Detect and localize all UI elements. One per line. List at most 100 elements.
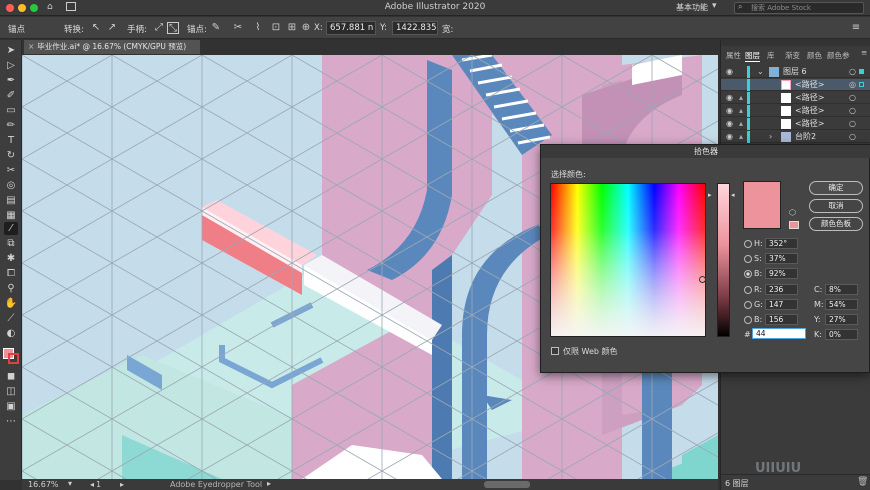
chevron-down-icon[interactable]: ▾ <box>712 1 717 11</box>
remove-anchor-icon[interactable]: ✎ <box>210 22 222 34</box>
visibility-eye-icon[interactable]: ◉ <box>726 105 733 117</box>
curvature-tool-icon[interactable]: ✐ <box>4 89 18 102</box>
path-name[interactable]: <路径> <box>795 79 824 91</box>
shape-builder-icon[interactable]: ◎ <box>4 179 18 192</box>
color-mode-icon[interactable]: ◼ <box>4 370 18 383</box>
convert-corner-icon[interactable]: ↖ <box>90 22 102 34</box>
blue-radio[interactable] <box>744 316 752 324</box>
zoom-tool-icon[interactable]: ⚲ <box>4 282 18 295</box>
delete-layer-icon[interactable]: 🗑 <box>857 477 868 487</box>
screen-mode-icon[interactable]: ▣ <box>4 400 18 413</box>
drawing-mode-icon[interactable]: ◫ <box>4 385 18 398</box>
color-field[interactable] <box>550 183 706 337</box>
target-icon[interactable]: ○ <box>849 131 856 143</box>
more-tools-icon[interactable]: ⋯ <box>4 415 18 428</box>
lock-icon[interactable]: ▴ <box>739 105 743 117</box>
blend-tool-icon[interactable]: ⧉ <box>4 237 18 250</box>
pen-tool-icon[interactable]: ✒ <box>4 74 18 87</box>
layer-row[interactable]: ◉ ▴ <路径> ○ <box>721 118 870 130</box>
b-radio[interactable] <box>744 270 752 278</box>
target-icon[interactable]: ○ <box>849 92 856 104</box>
zoom-level[interactable]: 16.67% <box>28 480 59 489</box>
tab-color[interactable]: 颜色 <box>807 50 822 61</box>
y-coordinate-field[interactable]: 1422.835 <box>392 21 438 35</box>
s-radio[interactable] <box>744 255 752 263</box>
slider-arrow-right-icon[interactable]: ◂ <box>731 191 735 199</box>
panel-menu-icon[interactable]: ≡ <box>850 22 862 34</box>
direct-selection-tool-icon[interactable]: ▷ <box>4 59 18 72</box>
lock-icon[interactable]: ▴ <box>739 92 743 104</box>
visibility-eye-icon[interactable]: ◉ <box>726 131 733 143</box>
handle-show-icon[interactable]: ⤢ <box>153 22 165 34</box>
slider-arrow-left-icon[interactable]: ▸ <box>708 191 712 199</box>
artboard-tool-icon[interactable]: ⧠ <box>4 267 18 280</box>
visibility-eye-icon[interactable]: ◉ <box>726 118 733 130</box>
color-swatches-button[interactable]: 颜色色板 <box>809 217 863 231</box>
g-radio[interactable] <box>744 301 752 309</box>
target-icon[interactable]: ◎ <box>849 79 856 91</box>
tab-layers[interactable]: 图层 <box>745 50 760 62</box>
stock-search-input[interactable]: 搜索 Adobe Stock <box>734 2 864 14</box>
visibility-eye-icon[interactable]: ◉ <box>726 92 733 104</box>
cancel-button[interactable]: 取消 <box>809 199 863 213</box>
status-chevron-icon[interactable]: ▸ <box>267 479 271 488</box>
close-tab-icon[interactable]: × <box>28 42 34 51</box>
layer-name[interactable]: 图层 6 <box>783 66 807 78</box>
path-name[interactable]: <路径> <box>795 92 824 104</box>
fill-stroke-icon[interactable]: ◐ <box>4 327 18 340</box>
layer-row[interactable]: ◉ ⌄ 图层 6 ○ <box>721 66 870 78</box>
lock-icon[interactable]: ▴ <box>739 131 743 143</box>
layer-row[interactable]: ◉ ▴ <路径> ○ <box>721 105 870 117</box>
type-tool-icon[interactable]: T <box>4 134 18 147</box>
tab-color-guide[interactable]: 颜色参 <box>827 50 850 61</box>
connect-path-icon[interactable]: ⌇ <box>252 22 264 34</box>
color-slider[interactable] <box>717 183 730 337</box>
gamut-warning-icon[interactable]: ⬡ <box>789 208 796 217</box>
target-icon[interactable]: ○ <box>849 66 856 78</box>
artboard-number[interactable]: 1 <box>96 480 101 489</box>
select-similar-icon[interactable]: ⊞ <box>286 22 298 34</box>
red-field[interactable]: 236 <box>765 284 798 295</box>
hex-field[interactable]: 44 <box>752 328 806 339</box>
tab-libraries[interactable]: 库 <box>767 50 775 61</box>
mesh-tool-icon[interactable]: ▦ <box>4 209 18 222</box>
slice-tool-icon[interactable]: ⟋ <box>4 312 18 325</box>
layer-row[interactable]: ◉ ▴ <路径> ○ <box>721 92 870 104</box>
scissors-tool-icon[interactable]: ✂ <box>4 164 18 177</box>
horizontal-scrollbar[interactable] <box>484 481 530 488</box>
artboard-nav-prev-icon[interactable]: ◂ <box>90 480 94 489</box>
lock-icon[interactable]: ▴ <box>739 118 743 130</box>
tab-gradient[interactable]: 渐变 <box>785 50 800 61</box>
symbol-sprayer-icon[interactable]: ✱ <box>4 252 18 265</box>
panel-menu-icon[interactable]: ≡ <box>861 48 867 57</box>
color-field-cursor[interactable] <box>699 276 706 283</box>
stroke-swatch[interactable] <box>8 353 19 364</box>
gradient-tool-icon[interactable]: ▤ <box>4 194 18 207</box>
target-icon[interactable]: ○ <box>849 105 856 117</box>
isolate-icon[interactable]: ⊡ <box>270 22 282 34</box>
r-radio[interactable] <box>744 286 752 294</box>
cyan-field[interactable]: 8% <box>825 284 858 295</box>
visibility-eye-icon[interactable]: ◉ <box>726 66 733 78</box>
artboard-nav-next-icon[interactable]: ▸ <box>120 480 124 489</box>
document-tab[interactable]: × 毕业作业.ai* @ 16.67% (CMYK/GPU 预览) <box>24 40 200 54</box>
hue-field[interactable]: 352° <box>765 238 798 249</box>
zoom-chevron-icon[interactable]: ▾ <box>68 479 72 488</box>
selection-tool-icon[interactable]: ➤ <box>4 44 18 57</box>
eyedropper-tool-icon[interactable]: ⁄ <box>4 222 18 235</box>
pencil-tool-icon[interactable]: ✏ <box>4 119 18 132</box>
rotate-tool-icon[interactable]: ↻ <box>4 149 18 162</box>
convert-smooth-icon[interactable]: ↗ <box>106 22 118 34</box>
reference-point-icon[interactable]: ⊕ <box>300 22 312 34</box>
layer-row[interactable]: <路径> ◎ <box>721 79 870 91</box>
rectangle-tool-icon[interactable]: ▭ <box>4 104 18 117</box>
blue-field[interactable]: 156 <box>765 314 798 325</box>
expand-chevron-icon[interactable]: › <box>769 131 772 143</box>
brightness-field[interactable]: 92% <box>765 268 798 279</box>
path-name[interactable]: <路径> <box>795 105 824 117</box>
tab-properties[interactable]: 属性 <box>726 50 741 61</box>
workspace-switcher[interactable]: 基本功能 <box>676 2 708 13</box>
green-field[interactable]: 147 <box>765 299 798 310</box>
hand-tool-icon[interactable]: ✋ <box>4 297 18 310</box>
cut-path-icon[interactable]: ✂ <box>232 22 244 34</box>
